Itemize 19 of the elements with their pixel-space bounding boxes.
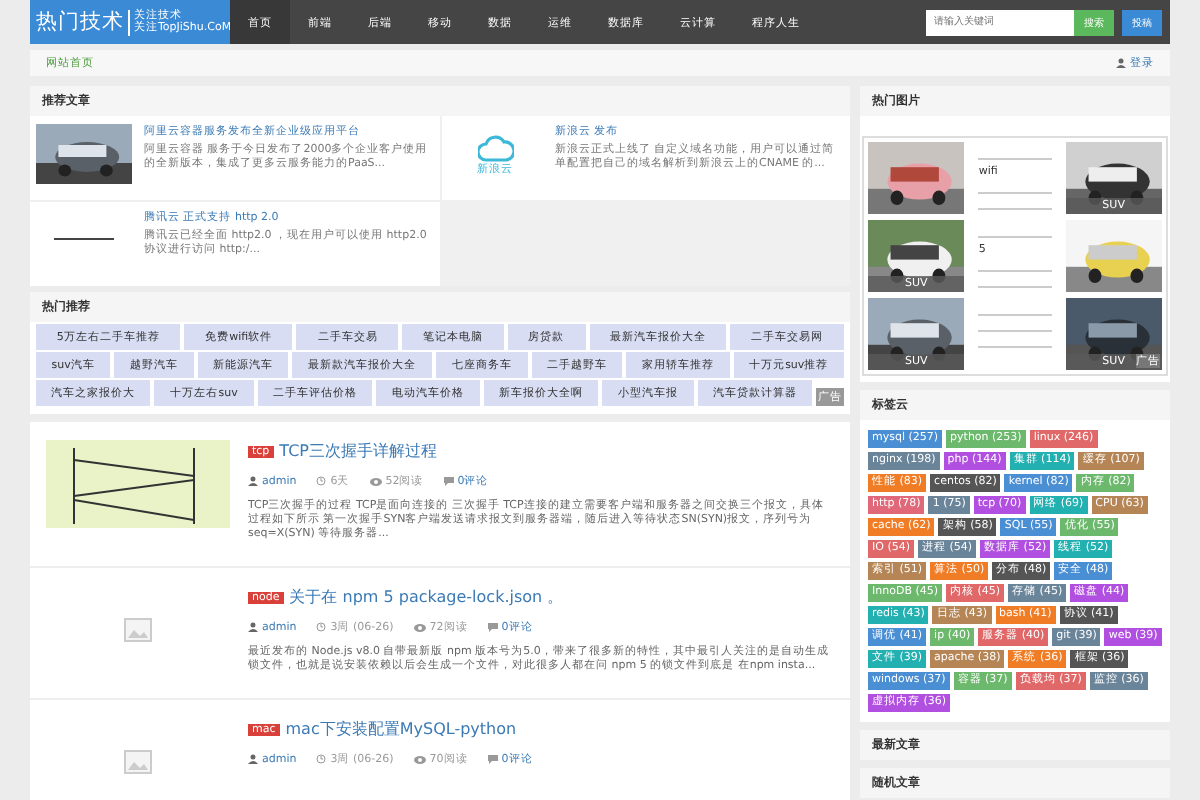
comment-icon — [487, 622, 498, 632]
article-title-link[interactable]: 关于在 npm 5 package-lock.json 。 — [289, 586, 564, 608]
clock-icon — [316, 622, 327, 632]
article-title-link[interactable]: TCP三次握手详解过程 — [279, 440, 437, 462]
user-icon — [248, 476, 258, 486]
user-icon — [248, 622, 258, 632]
comment-icon — [487, 754, 498, 764]
image-placeholder-icon — [124, 750, 152, 774]
thumbnail-line-icon — [54, 238, 114, 242]
eye-icon — [413, 755, 426, 763]
user-icon — [248, 754, 258, 764]
clock-icon — [316, 754, 327, 764]
clock-icon — [316, 476, 327, 486]
eye-icon — [413, 623, 426, 631]
user-icon — [1116, 58, 1126, 68]
comment-icon — [443, 476, 454, 486]
eye-icon — [369, 477, 382, 485]
image-placeholder-icon — [124, 618, 152, 642]
article-title-link[interactable]: mac下安装配置MySQL-python — [285, 718, 517, 740]
